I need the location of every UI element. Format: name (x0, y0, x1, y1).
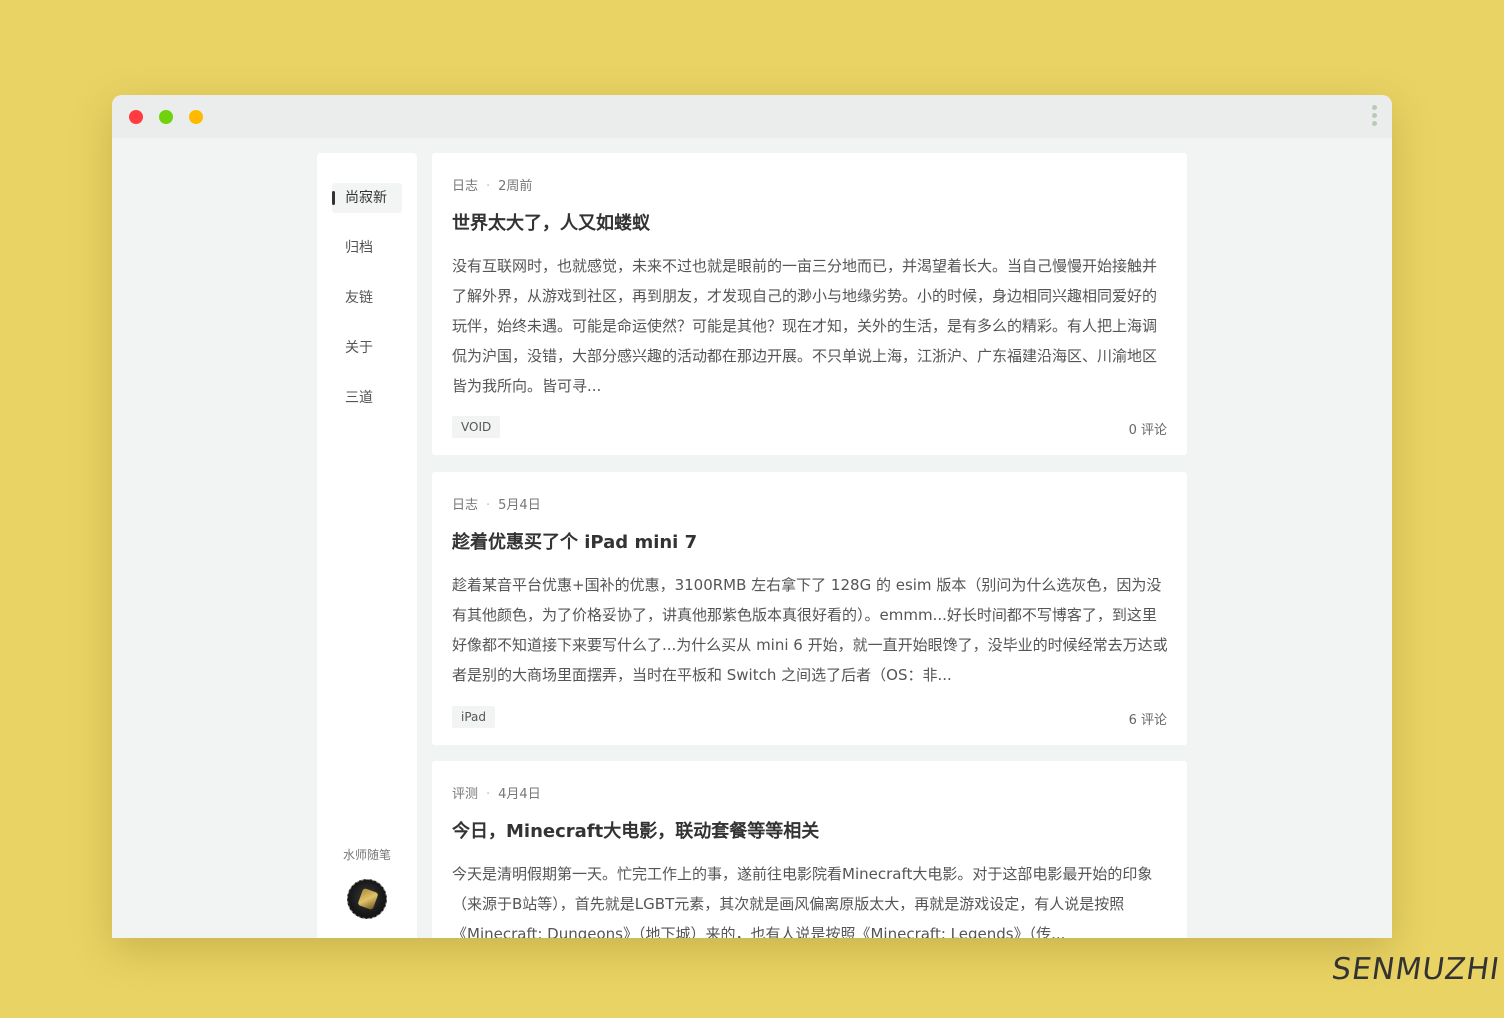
post-date: 5月4日 (498, 498, 541, 513)
avatar[interactable] (347, 879, 387, 919)
post-meta: 日志 · 2周前 (452, 179, 533, 194)
nav-item-sandao[interactable]: 三道 (332, 383, 402, 413)
post-title[interactable]: 世界太大了，人又如蝼蚁 (452, 209, 650, 235)
post-tag[interactable]: iPad (452, 706, 496, 728)
post-excerpt: 今天是清明假期第一天。忙完工作上的事，遂前往电影院看Minecraft大电影。对… (452, 865, 1153, 938)
post-comment-count[interactable]: 6 评论 (1129, 709, 1167, 728)
more-options-icon[interactable] (1370, 105, 1378, 129)
post-category[interactable]: 评测 (452, 787, 478, 802)
post-category[interactable]: 日志 (452, 179, 478, 194)
site-name: 水师随笔 (342, 848, 391, 862)
post-meta: 评测 · 4月4日 (452, 787, 541, 802)
post-category[interactable]: 日志 (452, 498, 478, 513)
post-excerpt: 没有互联网时，也就感觉，未来不过也就是眼前的一亩三分地而已，并渴望着长大。当自己… (452, 257, 1158, 395)
minimize-window-button[interactable] (189, 110, 203, 124)
close-window-button[interactable] (129, 110, 143, 124)
post-comment-count[interactable]: 0 评论 (1129, 419, 1167, 438)
post-tag[interactable]: VOID (452, 416, 501, 438)
sidebar-nav: 尚寂新 归档 友链 关于 三道 水师随笔 (317, 153, 417, 938)
nav-item-about[interactable]: 关于 (332, 333, 402, 363)
watermark-signature: SENMUZHI (1329, 952, 1503, 987)
post-title[interactable]: 今日，Minecraft大电影，联动套餐等等相关 (452, 817, 819, 843)
page-content: 尚寂新 归档 友链 关于 三道 水师随笔 日志 · 2周前 世界太大了，人又如蝼蚁 … (112, 138, 1392, 938)
post-meta: 日志 · 5月4日 (452, 498, 541, 513)
window-titlebar (112, 95, 1392, 138)
nav-item-archive[interactable]: 归档 (332, 233, 402, 263)
post-date: 2周前 (498, 179, 533, 194)
post-card[interactable]: 日志 · 2周前 世界太大了，人又如蝼蚁 没有互联网时，也就感觉，未来不过也就是眼前… (432, 153, 1187, 455)
post-excerpt: 趁着某音平台优惠+国补的优惠，3100RMB 左右拿下了 128G 的 esim… (452, 576, 1168, 684)
maximize-window-button[interactable] (159, 110, 173, 124)
post-card[interactable]: 日志 · 5月4日 趁着优惠买了个 iPad mini 7 趁着某音平台优惠+国补的… (432, 472, 1187, 745)
post-card[interactable]: 评测 · 4月4日 今日，Minecraft大电影，联动套餐等等相关 今天是清明假期… (432, 761, 1187, 938)
nav-item-links[interactable]: 友链 (332, 283, 402, 313)
post-date: 4月4日 (498, 787, 541, 802)
nav-item-home[interactable]: 尚寂新 (332, 183, 402, 213)
post-title[interactable]: 趁着优惠买了个 iPad mini 7 (452, 528, 697, 554)
browser-window: 尚寂新 归档 友链 关于 三道 水师随笔 日志 · 2周前 世界太大了，人又如蝼蚁 … (112, 95, 1392, 938)
